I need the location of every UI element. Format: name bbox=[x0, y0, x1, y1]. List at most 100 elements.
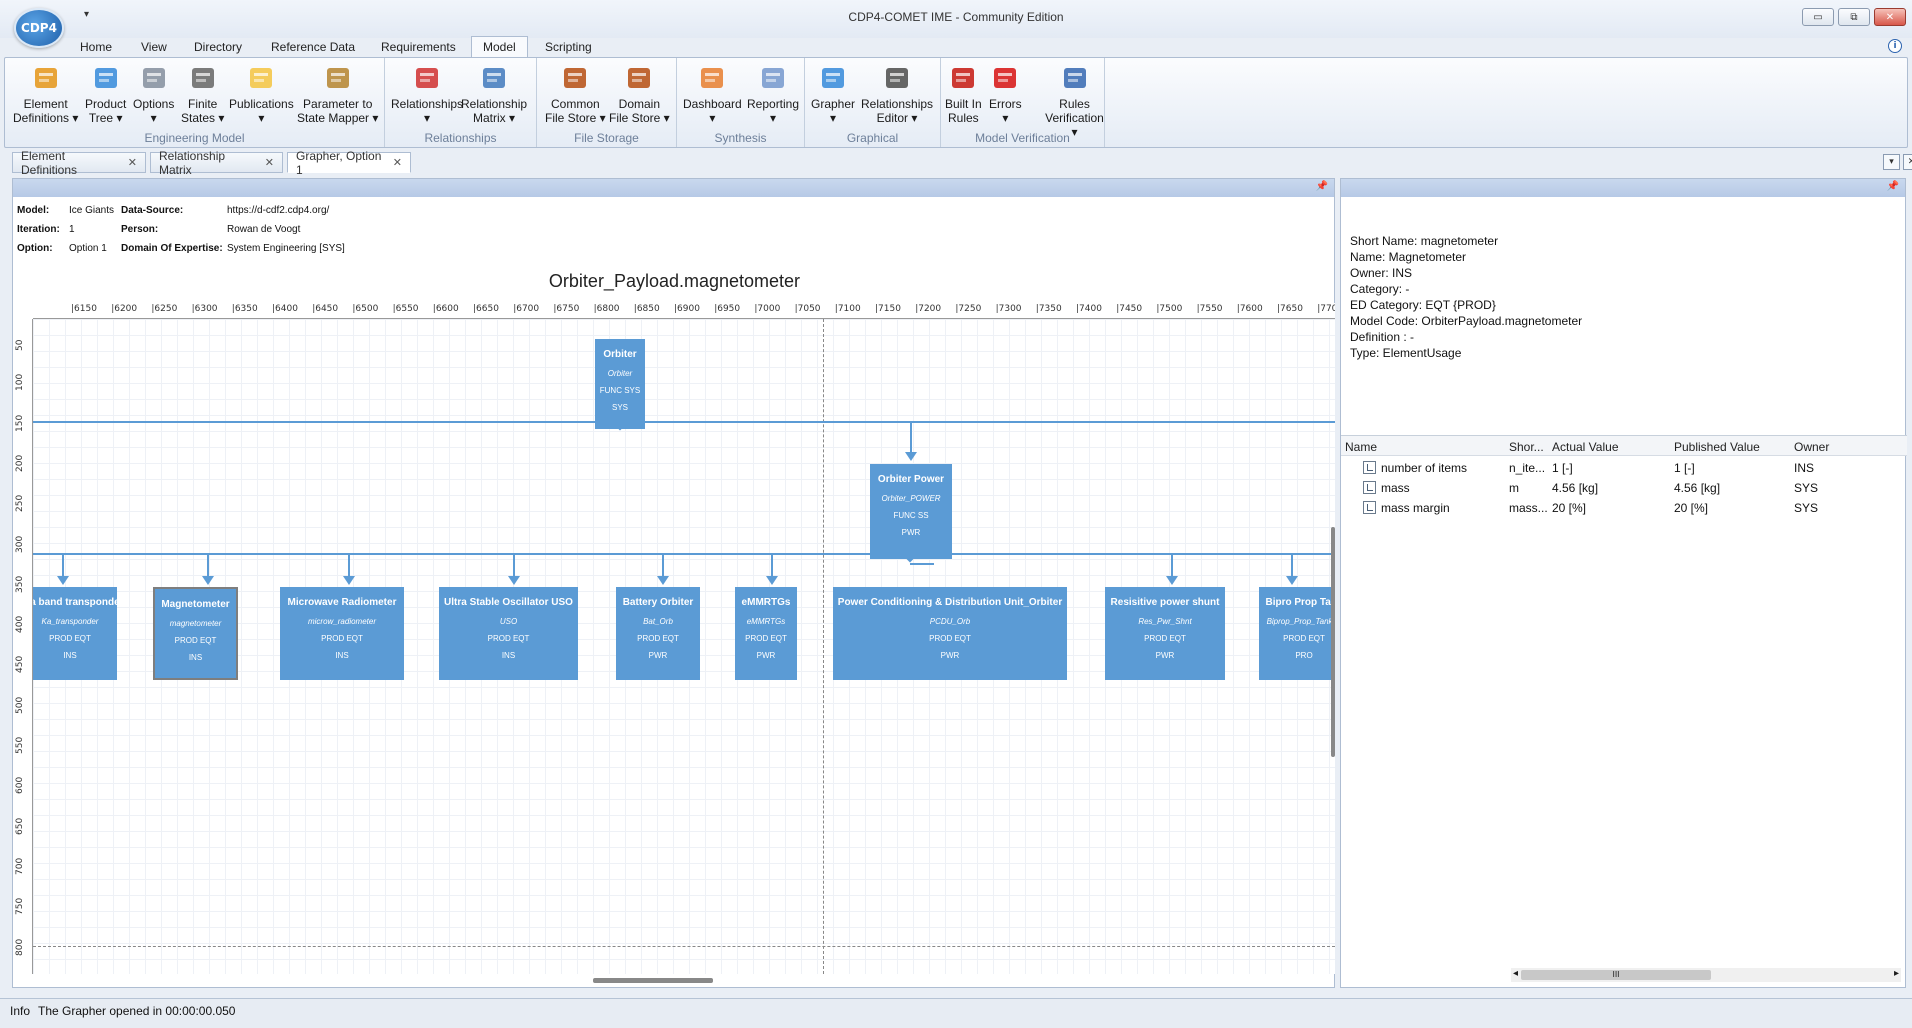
close-icon[interactable]: ✕ bbox=[128, 156, 137, 169]
ruler-tick-label: |6650 bbox=[473, 304, 499, 314]
ruler-tick-label: |7350 bbox=[1035, 304, 1062, 314]
scroll-right-icon[interactable]: ▸ bbox=[1894, 968, 1899, 979]
close-tab-button[interactable]: ✕ bbox=[1903, 154, 1912, 170]
ribbon-button[interactable]: Dashboard ▾ bbox=[683, 62, 742, 125]
node-category: PROD EQT bbox=[1144, 634, 1186, 643]
ruler-tick-label: |7150 bbox=[875, 304, 901, 314]
connector-arrow bbox=[657, 576, 669, 585]
ribbon-button[interactable]: Common File Store ▾ bbox=[545, 62, 606, 125]
pin-icon[interactable]: 📌 bbox=[1316, 181, 1328, 192]
grapher-pane: 📌 Model: Ice Giants Data-Source: https:/… bbox=[12, 178, 1335, 988]
node-short-name: microw_radiometer bbox=[307, 617, 377, 626]
person-label: Person: bbox=[121, 224, 159, 235]
cell-short: m bbox=[1509, 481, 1519, 495]
ribbon-button[interactable]: Relationship Matrix ▾ bbox=[461, 62, 527, 125]
tab-reference-data[interactable]: Reference Data bbox=[271, 38, 355, 56]
horizontal-scroll-thumb[interactable] bbox=[593, 978, 713, 983]
diagram-node-shunt[interactable]: Resisitive power shunt Res_Pwr_Shnt PROD E… bbox=[1105, 587, 1225, 680]
ribbon-button[interactable]: Element Definitions ▾ bbox=[13, 62, 78, 125]
close-icon[interactable]: ✕ bbox=[393, 156, 402, 169]
doc-tab-element-definitions[interactable]: Element Definitions ✕ bbox=[12, 149, 146, 177]
ribbon-group: Grapher ▾ Relationships Editor ▾ Graphical bbox=[805, 58, 941, 147]
connector-arrow bbox=[202, 576, 214, 585]
col-published-header[interactable]: Published Value bbox=[1674, 440, 1760, 454]
doc-tab-relationship-matrix[interactable]: Relationship Matrix ✕ bbox=[150, 149, 283, 177]
diagram-canvas[interactable]: Orbiter Orbiter FUNC SYS SYS Orbiter Power Or… bbox=[33, 319, 1335, 974]
diagram-node-uso[interactable]: Ultra Stable Oscillator USO USO PROD EQT IN… bbox=[439, 587, 578, 680]
close-button[interactable]: ✕ bbox=[1874, 8, 1906, 26]
diagram-node-emmrtg[interactable]: eMMRTGs eMMRTGs PROD EQT PWR bbox=[735, 587, 797, 680]
ribbon-button[interactable]: Reporting ▾ bbox=[747, 62, 799, 125]
minimize-button[interactable]: ▭ bbox=[1802, 8, 1834, 26]
node-short-name: eMMRTGs bbox=[746, 617, 786, 626]
pin-icon[interactable]: 📌 bbox=[1887, 181, 1899, 192]
ruler-tick-label: |6900 bbox=[674, 304, 700, 314]
col-short-header[interactable]: Shor... bbox=[1509, 440, 1544, 454]
ruler-tick-label: |7100 bbox=[834, 304, 861, 314]
diagram-node-tank[interactable]: Bipro Prop Tank Biprop_Prop_Tank_1 PROD EQ… bbox=[1259, 587, 1335, 680]
ribbon-button[interactable]: Publications ▾ bbox=[229, 62, 294, 125]
info-icon[interactable]: i bbox=[1888, 39, 1902, 53]
ribbon-button[interactable]: Built In Rules bbox=[945, 62, 982, 125]
vertical-scroll-thumb[interactable] bbox=[1331, 527, 1335, 757]
tab-directory[interactable]: Directory bbox=[194, 38, 242, 56]
grid-horizontal-scrollbar[interactable]: ◂ III ▸ bbox=[1511, 968, 1901, 982]
node-owner: PWR bbox=[940, 651, 960, 660]
diagram-node-power[interactable]: Orbiter Power Orbiter_POWER FUNC SS PWR bbox=[870, 464, 952, 559]
ribbon-button[interactable]: Finite States ▾ bbox=[181, 62, 224, 125]
ribbon-button[interactable]: Options ▾ bbox=[133, 62, 174, 125]
diagram-node-radiometer[interactable]: Microwave Radiometer microw_radiometer PRO… bbox=[280, 587, 404, 680]
cell-owner: SYS bbox=[1794, 501, 1819, 515]
diagram-node-orbiter[interactable]: Orbiter Orbiter FUNC SYS SYS bbox=[595, 339, 645, 429]
doc-tab-grapher[interactable]: Grapher, Option 1 ✕ bbox=[287, 149, 411, 177]
property-line: ED Category: EQT {PROD} bbox=[1350, 298, 1496, 312]
tab-view[interactable]: View bbox=[141, 38, 167, 56]
node-short-name: PCDU_Orb bbox=[929, 617, 971, 626]
connector-line bbox=[1171, 554, 1173, 576]
table-row[interactable]: mass margin mass... 20 [%] 20 [%] SYS bbox=[1341, 498, 1907, 518]
table-row[interactable]: number of items n_ite... 1 [-] 1 [-] INS bbox=[1341, 458, 1907, 478]
ribbon-button[interactable]: Rules Verification ▾ bbox=[1045, 62, 1104, 139]
ribbon-button[interactable]: Relationships ▾ bbox=[391, 62, 463, 125]
ribbon: Element Definitions ▾ Product Tree ▾ Options… bbox=[4, 57, 1908, 148]
diagram-node-pcdu[interactable]: Power Conditioning & Distribution Unit_O… bbox=[833, 587, 1067, 680]
ribbon-button[interactable]: Product Tree ▾ bbox=[85, 62, 126, 125]
diagram-node-transponder[interactable]: Ka band transponder Ka_transponder PROD EQ… bbox=[33, 587, 117, 680]
app-logo[interactable]: CDP4 bbox=[14, 8, 64, 48]
col-owner-header[interactable]: Owner bbox=[1794, 440, 1829, 454]
ribbon-button[interactable]: Grapher ▾ bbox=[811, 62, 855, 125]
diagram-node-magnetometer[interactable]: Magnetometer magnetometer PROD EQT INS bbox=[153, 587, 238, 680]
tab-home[interactable]: Home bbox=[80, 38, 112, 56]
tab-list-dropdown[interactable]: ▾ bbox=[1883, 154, 1900, 170]
ruler-tick-label: 800 bbox=[15, 938, 25, 956]
col-name-header[interactable]: Name bbox=[1345, 440, 1377, 454]
restore-button[interactable]: ⧉ bbox=[1838, 8, 1870, 26]
ribbon-button[interactable]: Domain File Store ▾ bbox=[609, 62, 670, 125]
ribbon-button[interactable]: Relationships Editor ▾ bbox=[861, 62, 933, 125]
close-icon[interactable]: ✕ bbox=[265, 156, 274, 169]
diagram-node-battery[interactable]: Battery Orbiter Bat_Orb PROD EQT PWR bbox=[616, 587, 700, 680]
scroll-left-icon[interactable]: ◂ bbox=[1513, 968, 1518, 979]
grid-scroll-thumb[interactable]: III bbox=[1521, 970, 1711, 980]
ruler-tick-label: |7450 bbox=[1116, 304, 1143, 314]
ribbon-group: Element Definitions ▾ Product Tree ▾ Options… bbox=[5, 58, 385, 147]
ribbon-button-label: Tree ▾ bbox=[88, 111, 123, 125]
tab-requirements[interactable]: Requirements bbox=[381, 38, 456, 56]
table-row[interactable]: mass m 4.56 [kg] 4.56 [kg] SYS bbox=[1341, 478, 1907, 498]
option-label: Option: bbox=[17, 243, 53, 254]
node-short-name: Orbiter_POWER bbox=[881, 494, 941, 503]
ribbon-button-label: Common bbox=[551, 97, 600, 111]
ribbon-button[interactable]: Errors ▾ bbox=[989, 62, 1022, 125]
tab-scripting[interactable]: Scripting bbox=[545, 38, 592, 56]
quick-access-dropdown[interactable]: ▾ bbox=[84, 9, 89, 20]
tab-model[interactable]: Model bbox=[471, 36, 528, 58]
ruler-tick-label: 400 bbox=[15, 615, 25, 634]
cell-short: n_ite... bbox=[1509, 461, 1546, 475]
status-level: Info bbox=[10, 1004, 31, 1018]
ribbon-button[interactable]: Parameter to State Mapper ▾ bbox=[297, 62, 378, 125]
node-short-name: Orbiter bbox=[607, 369, 633, 378]
cell-owner: INS bbox=[1794, 461, 1815, 475]
page-break-line bbox=[823, 319, 824, 974]
col-actual-header[interactable]: Actual Value bbox=[1552, 440, 1619, 454]
ribbon-button-label: Reporting bbox=[747, 97, 800, 111]
